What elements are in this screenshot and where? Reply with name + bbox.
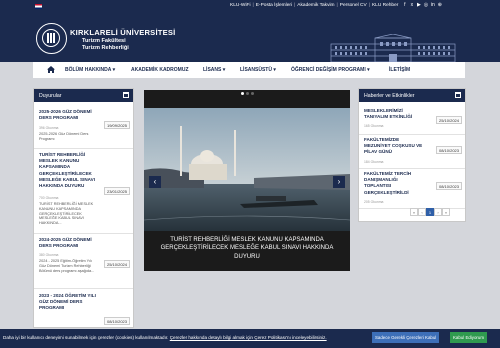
department-name: Turizm Rehberliği bbox=[82, 45, 129, 51]
event-title[interactable]: MESLEKLERİMİZİ TANIYALIM ETKİNLİĞİ bbox=[364, 108, 424, 120]
slider-next-button[interactable]: › bbox=[333, 176, 345, 188]
accept-cookies-button[interactable]: Kabul Ediyorum bbox=[450, 332, 487, 343]
slider-prev-button[interactable]: ‹ bbox=[149, 176, 161, 188]
event-title[interactable]: FAKÜLTEMİZ TERCİH DANIŞMANLIĞI TOPLANTIS… bbox=[364, 171, 424, 196]
top-link-wifi[interactable]: KLU-WiFi bbox=[230, 3, 251, 8]
top-link-cv[interactable]: Personel CV bbox=[340, 3, 367, 8]
nav-lisans[interactable]: LİSANS ▾ bbox=[203, 67, 225, 73]
accept-necessary-cookies-button[interactable]: Sadece Gerekli Çerezleri Kabul bbox=[372, 332, 440, 343]
main-nav: BÖLÜM HAKKINDA ▾ AKADEMİK KADROMUZ LİSAN… bbox=[33, 62, 465, 78]
slider-dot[interactable] bbox=[245, 92, 249, 95]
announcement-views: 396 Okunma bbox=[39, 126, 59, 130]
announcement-desc: 2025-2026 Güz Dönemi Ders Programı bbox=[39, 132, 89, 141]
cookie-text: Daha iyi bir kullanıcı deneyimi sunabilm… bbox=[3, 335, 169, 340]
pager-last[interactable]: » bbox=[442, 208, 450, 216]
announcement-item[interactable]: 2024-2025 GÜZ DÖNEMİ DERS PROGRAMI 25/10… bbox=[34, 234, 133, 289]
slider-dot[interactable] bbox=[240, 92, 244, 95]
faculty-name: Turizm Fakültesi bbox=[82, 38, 126, 44]
english-flag-icon[interactable] bbox=[35, 4, 42, 9]
pager-page-1[interactable]: 1 bbox=[426, 208, 434, 216]
slider-caption[interactable]: TURİST REHBERLİĞİ MESLEK KANUNU KAPSAMIN… bbox=[154, 236, 340, 261]
linkedin-icon[interactable]: in bbox=[430, 3, 435, 8]
events-pagination: « ‹ 1 › » bbox=[410, 208, 450, 216]
youtube-icon[interactable]: ▶ bbox=[416, 3, 421, 8]
announcement-item[interactable]: 2023 - 2024 ÖĞRETİM YILI GÜZ DÖNEMİ DERS… bbox=[34, 289, 133, 329]
event-date: 08/10/2023 bbox=[436, 146, 462, 154]
social-links: f x ▶ ◎ in ⊕ bbox=[402, 3, 442, 8]
facebook-icon[interactable]: f bbox=[402, 3, 407, 8]
announcement-title[interactable]: TURİST REHBERLİĞİ MESLEK KANUNU KAPSAMIN… bbox=[39, 152, 99, 189]
slider-dot[interactable] bbox=[250, 92, 254, 95]
slider-photo-bosphorus bbox=[144, 108, 350, 231]
nav-lisansustu[interactable]: LİSANSÜSTÜ ▾ bbox=[240, 67, 276, 73]
calendar-icon[interactable] bbox=[455, 92, 461, 98]
calendar-icon[interactable] bbox=[123, 92, 129, 98]
event-title[interactable]: FAKÜLTEMİZDE MEZUNİYET COŞKUSU VE PİLAV … bbox=[364, 137, 424, 156]
announcements-panel: Duyurular 2025-2026 GÜZ DÖNEMİ DERS PROG… bbox=[33, 88, 134, 328]
event-item[interactable]: MESLEKLERİMİZİ TANIYALIM ETKİNLİĞİ 25/10… bbox=[359, 104, 465, 135]
university-logo-icon[interactable] bbox=[36, 23, 67, 54]
nav-iletisim[interactable]: İLETİŞİM bbox=[389, 67, 410, 73]
event-views: 165 Okunma bbox=[364, 124, 384, 128]
events-panel: Haberler ve Etkinlikler MESLEKLERİMİZİ T… bbox=[358, 88, 466, 222]
announcement-date: 19/09/2025 bbox=[104, 121, 130, 129]
announcement-views: 380 Okunma bbox=[39, 253, 59, 257]
announcement-title[interactable]: 2023 - 2024 ÖĞRETİM YILI GÜZ DÖNEMİ DERS… bbox=[39, 293, 99, 312]
announcement-desc: TURİST REHBERLİĞİ MESLEK KANUNU KAPSAMIN… bbox=[39, 202, 94, 226]
globe-icon[interactable]: ⊕ bbox=[437, 3, 442, 8]
event-item[interactable]: FAKÜLTEMİZDE MEZUNİYET COŞKUSU VE PİLAV … bbox=[359, 135, 465, 169]
campus-building-illustration bbox=[330, 34, 456, 62]
nav-akademik-kadro[interactable]: AKADEMİK KADROMUZ bbox=[131, 67, 189, 73]
pager-first[interactable]: « bbox=[410, 208, 418, 216]
top-bar: KLU-WiFi | E-Posta İşlemleri | Akademik … bbox=[0, 0, 500, 14]
announcement-date: 23/01/2025 bbox=[104, 187, 130, 195]
pager-next[interactable]: › bbox=[434, 208, 442, 216]
instagram-icon[interactable]: ◎ bbox=[423, 3, 428, 8]
home-icon[interactable] bbox=[47, 66, 55, 73]
announcement-date: 25/10/2024 bbox=[104, 260, 130, 268]
event-views: 184 Okunma bbox=[364, 160, 384, 164]
top-link-email[interactable]: E-Posta İşlemleri bbox=[256, 3, 292, 8]
cookie-policy-link[interactable]: Çerezler hakkında detaylı bilgi almak iç… bbox=[170, 335, 327, 340]
event-date: 08/10/2023 bbox=[436, 182, 462, 190]
top-link-guide[interactable]: KLU Rehber bbox=[372, 3, 398, 8]
slider-pagination bbox=[144, 92, 350, 97]
cookie-banner: Daha iyi bir kullanıcı deneyimi sunabilm… bbox=[0, 329, 500, 348]
top-link-calendar[interactable]: Akademik Takvim bbox=[297, 3, 334, 8]
announcement-desc: 2024 - 2025 Eğitim-Öğretim Yılı Güz Döne… bbox=[39, 259, 95, 273]
events-title: Haberler ve Etkinlikler bbox=[364, 93, 415, 99]
announcement-item[interactable]: TURİST REHBERLİĞİ MESLEK KANUNU KAPSAMIN… bbox=[34, 149, 133, 234]
pager-prev[interactable]: ‹ bbox=[418, 208, 426, 216]
announcements-title: Duyurular bbox=[39, 93, 62, 99]
event-views: 205 Okunma bbox=[364, 200, 384, 204]
site-header: KIRKLARELİ ÜNİVERSİTESİ Turizm Fakültesi… bbox=[0, 14, 500, 62]
news-slider[interactable]: ‹ › TURİST REHBERLİĞİ MESLEK KANUNU KAPS… bbox=[144, 90, 350, 271]
announcement-item[interactable]: 2025-2026 GÜZ DÖNEMİ DERS PROGRAMI 19/09… bbox=[34, 104, 133, 149]
top-links: KLU-WiFi | E-Posta İşlemleri | Akademik … bbox=[230, 2, 442, 9]
university-name: KIRKLARELİ ÜNİVERSİTESİ bbox=[70, 28, 176, 37]
announcement-date: 08/10/2023 bbox=[104, 317, 130, 325]
x-icon[interactable]: x bbox=[409, 3, 414, 8]
nav-ogrenci-degisim[interactable]: ÖĞRENCİ DEĞİŞİM PROGRAMI ▾ bbox=[291, 67, 370, 73]
announcement-title[interactable]: 2024-2025 GÜZ DÖNEMİ DERS PROGRAMI bbox=[39, 237, 99, 249]
announcement-views: 700 Okunma bbox=[39, 196, 59, 200]
event-item[interactable]: FAKÜLTEMİZ TERCİH DANIŞMANLIĞI TOPLANTIS… bbox=[359, 169, 465, 209]
announcement-title[interactable]: 2025-2026 GÜZ DÖNEMİ DERS PROGRAMI bbox=[39, 109, 99, 121]
nav-bolum-hakkinda[interactable]: BÖLÜM HAKKINDA ▾ bbox=[65, 67, 115, 73]
event-date: 25/10/2024 bbox=[436, 116, 462, 124]
